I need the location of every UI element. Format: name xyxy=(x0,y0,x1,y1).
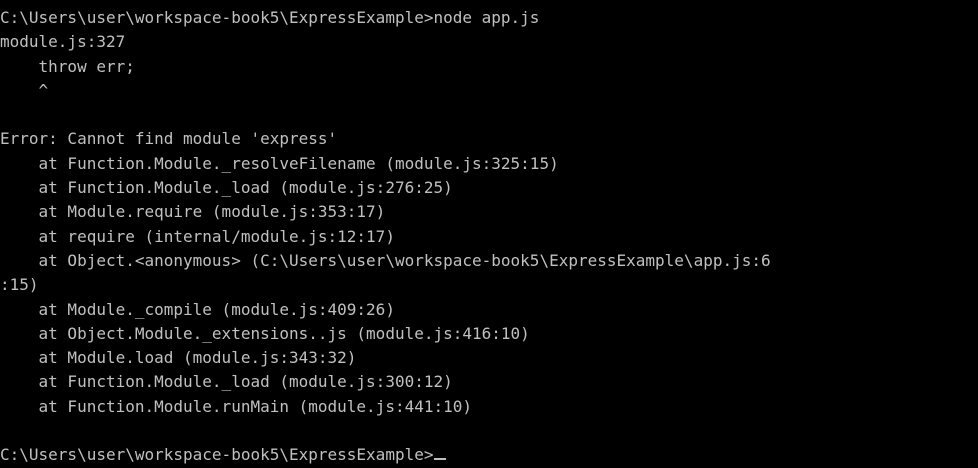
stack-trace-line: at Module.load (module.js:343:32) xyxy=(0,348,357,368)
console-line-error-message: Error: Cannot find module 'express' xyxy=(0,129,338,149)
console-output[interactable]: C:\Users\user\workspace-book5\ExpressExa… xyxy=(0,0,978,467)
stack-trace-line-wrap: :15) xyxy=(0,275,39,295)
console-line-error-location: module.js:327 xyxy=(0,32,126,52)
stack-trace-line: at Module.require (module.js:353:17) xyxy=(0,202,386,222)
stack-trace-line: at Function.Module.runMain (module.js:44… xyxy=(0,396,473,416)
stack-trace-line: at Function.Module._load (module.js:276:… xyxy=(0,178,453,198)
command-prompt: C:\Users\user\workspace-book5\ExpressExa… xyxy=(0,445,434,465)
command-prompt-line[interactable]: C:\Users\user\workspace-book5\ExpressExa… xyxy=(0,443,978,467)
stack-trace-line: at Object.Module._extensions..js (module… xyxy=(0,323,530,343)
console-line-command: C:\Users\user\workspace-book5\ExpressExa… xyxy=(0,8,540,27)
console-line-caret: ^ xyxy=(0,80,49,100)
stack-trace-line: at Module._compile (module.js:409:26) xyxy=(0,299,395,319)
stack-trace-line: at Function.Module._load (module.js:300:… xyxy=(0,372,453,392)
stack-trace-line: at require (internal/module.js:12:17) xyxy=(0,226,395,246)
console-line-throw: throw err; xyxy=(0,56,135,76)
stack-trace-line: at Object.<anonymous> (C:\Users\user\wor… xyxy=(0,250,771,270)
text-cursor xyxy=(434,458,447,461)
stack-trace-line: at Function.Module._resolveFilename (mod… xyxy=(0,153,559,173)
